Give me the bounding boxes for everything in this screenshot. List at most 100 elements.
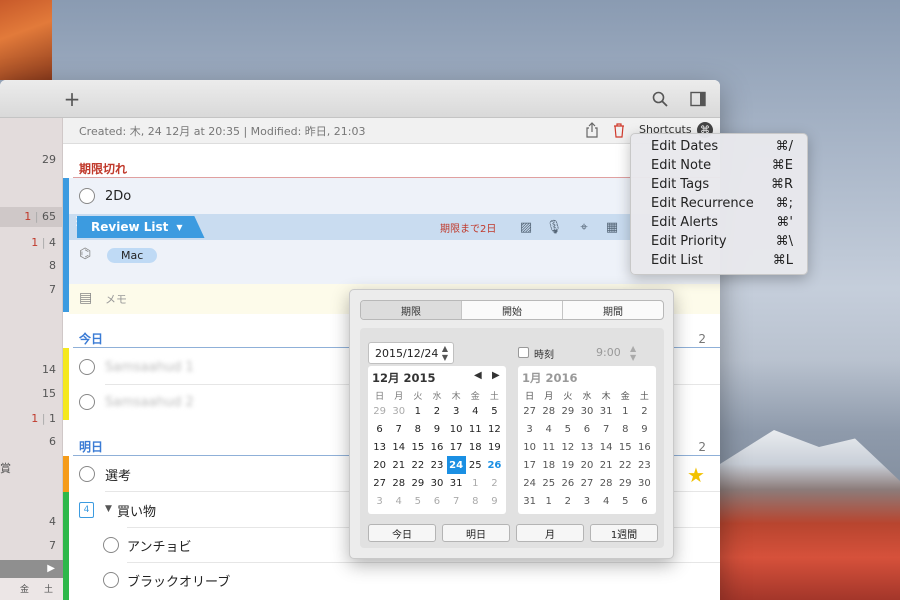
menu-item-edit-note[interactable]: Edit Note ⌘E xyxy=(631,157,807,176)
calendar-day[interactable]: 12 xyxy=(485,420,504,438)
calendar-day[interactable]: 11 xyxy=(466,420,485,438)
subtask-row[interactable]: ブラックオリーブ xyxy=(63,563,720,597)
calendar-day[interactable]: 5 xyxy=(485,402,504,420)
calendar-day[interactable]: 21 xyxy=(597,456,616,474)
time-checkbox[interactable] xyxy=(518,347,529,358)
menu-item-label[interactable]: Edit Recurrence xyxy=(651,196,754,211)
month-button[interactable]: 月 xyxy=(516,524,584,542)
calendar-day[interactable]: 6 xyxy=(370,420,389,438)
calendar-day[interactable]: 10 xyxy=(447,420,466,438)
search-icon[interactable] xyxy=(648,88,672,110)
calendar-day[interactable]: 8 xyxy=(466,492,485,510)
calendar-day[interactable]: 1 xyxy=(408,402,427,420)
share-icon[interactable] xyxy=(585,122,599,141)
task-checkbox[interactable] xyxy=(79,394,95,410)
calendar-day[interactable]: 15 xyxy=(408,438,427,456)
calendar-day[interactable]: 19 xyxy=(558,456,577,474)
menu-item-label[interactable]: Edit Alerts xyxy=(651,215,718,230)
calendar-day[interactable]: 31 xyxy=(597,402,616,420)
task-checkbox[interactable] xyxy=(79,359,95,375)
menu-item-edit-list[interactable]: Edit List ⌘L xyxy=(631,252,807,271)
tab-start[interactable]: 開始 xyxy=(462,301,563,319)
menu-item-label[interactable]: Edit Note xyxy=(651,158,711,173)
calendar-day[interactable]: 28 xyxy=(389,474,408,492)
calendar-day[interactable]: 3 xyxy=(577,492,596,510)
memo-placeholder[interactable]: メモ xyxy=(105,291,127,307)
calendar-day[interactable]: 27 xyxy=(577,474,596,492)
task-checkbox[interactable] xyxy=(103,537,119,553)
calendar-day[interactable]: 29 xyxy=(370,402,389,420)
plus-icon[interactable]: + xyxy=(60,87,84,111)
calendar-day[interactable]: 10 xyxy=(520,438,539,456)
calendar-day[interactable]: 25 xyxy=(466,456,485,474)
task-title[interactable]: ブラックオリーブ xyxy=(127,571,230,590)
calendar-day[interactable]: 11 xyxy=(539,438,558,456)
calendar-day[interactable]: 16 xyxy=(427,438,446,456)
calendar-day[interactable]: 4 xyxy=(389,492,408,510)
menu-item-edit-priority[interactable]: Edit Priority ⌘\ xyxy=(631,233,807,252)
calendar-day[interactable]: 7 xyxy=(389,420,408,438)
menu-item-label[interactable]: Edit List xyxy=(651,253,703,268)
calendar-day[interactable]: 27 xyxy=(370,474,389,492)
calendar-day[interactable]: 29 xyxy=(558,402,577,420)
tab-duration[interactable]: 期間 xyxy=(563,301,663,319)
calendar-day[interactable]: 5 xyxy=(408,492,427,510)
calendar-day[interactable]: 3 xyxy=(520,420,539,438)
disclosure-triangle-icon[interactable]: ▼ xyxy=(105,504,112,514)
star-icon[interactable]: ★ xyxy=(687,463,705,487)
task-checkbox[interactable] xyxy=(79,466,95,482)
calendar-day[interactable]: 12 xyxy=(558,438,577,456)
sidebar-group-header[interactable]: ▶ xyxy=(0,560,63,578)
menu-item-edit-alerts[interactable]: Edit Alerts ⌘' xyxy=(631,214,807,233)
calendar-day[interactable]: 19 xyxy=(485,438,504,456)
calendar-day[interactable]: 9 xyxy=(485,492,504,510)
calendar-day[interactable]: 14 xyxy=(389,438,408,456)
calendar-day[interactable]: 17 xyxy=(520,456,539,474)
calendar-day[interactable]: 26 xyxy=(485,456,504,474)
calendar-day[interactable]: 2 xyxy=(558,492,577,510)
calendar-day[interactable]: 9 xyxy=(427,420,446,438)
calendar-day[interactable]: 30 xyxy=(389,402,408,420)
calendar-day[interactable]: 7 xyxy=(447,492,466,510)
calendar-day[interactable]: 28 xyxy=(597,474,616,492)
today-button[interactable]: 今日 xyxy=(368,524,436,542)
next-month-icon[interactable]: ▶ xyxy=(492,370,500,381)
trash-icon[interactable] xyxy=(612,122,626,141)
calendar-day[interactable]: 2 xyxy=(427,402,446,420)
task-title[interactable]: 買い物 xyxy=(117,501,156,520)
microphone-icon[interactable]: 🎙 xyxy=(545,218,563,236)
calendar-day[interactable]: 27 xyxy=(520,402,539,420)
task-title[interactable]: Samsaahud 1 xyxy=(105,360,194,375)
menu-item-edit-recurrence[interactable]: Edit Recurrence ⌘; xyxy=(631,195,807,214)
task-row[interactable]: 2Do xyxy=(63,179,720,213)
calendar-day[interactable]: 18 xyxy=(539,456,558,474)
calendar-day[interactable]: 4 xyxy=(466,402,485,420)
calendar-day[interactable]: 24 xyxy=(446,456,466,474)
location-icon[interactable]: ⌖ xyxy=(575,218,593,236)
menu-item-label[interactable]: Edit Dates xyxy=(651,139,718,154)
task-title[interactable]: アンチョビ xyxy=(127,536,191,555)
prev-month-icon[interactable]: ◀ xyxy=(474,370,482,381)
calendar-day[interactable]: 3 xyxy=(370,492,389,510)
calendar-day[interactable]: 30 xyxy=(577,402,596,420)
calendar-day[interactable]: 9 xyxy=(635,420,654,438)
task-title[interactable]: 選考 xyxy=(105,465,131,484)
calendar-day[interactable]: 2 xyxy=(635,402,654,420)
calendar-day[interactable]: 2 xyxy=(485,474,504,492)
calendar-day[interactable]: 25 xyxy=(539,474,558,492)
calendar-day[interactable]: 7 xyxy=(597,420,616,438)
task-title[interactable]: Samsaahud 2 xyxy=(105,395,194,410)
menu-item-edit-tags[interactable]: Edit Tags ⌘R xyxy=(631,176,807,195)
calendar-day[interactable]: 30 xyxy=(635,474,654,492)
calendar-day[interactable]: 26 xyxy=(558,474,577,492)
chevron-right-icon[interactable]: ▶ xyxy=(47,563,55,574)
calendar-day[interactable]: 31 xyxy=(520,492,539,510)
calendar-day[interactable]: 29 xyxy=(616,474,635,492)
menu-item-edit-dates[interactable]: Edit Dates ⌘/ xyxy=(631,138,807,157)
one-week-button[interactable]: 1週間 xyxy=(590,524,658,542)
task-title[interactable]: 2Do xyxy=(105,189,131,204)
menu-item-label[interactable]: Edit Priority xyxy=(651,234,727,249)
calendar-day[interactable]: 5 xyxy=(558,420,577,438)
calendar-day[interactable]: 23 xyxy=(635,456,654,474)
calendar-day[interactable]: 6 xyxy=(427,492,446,510)
